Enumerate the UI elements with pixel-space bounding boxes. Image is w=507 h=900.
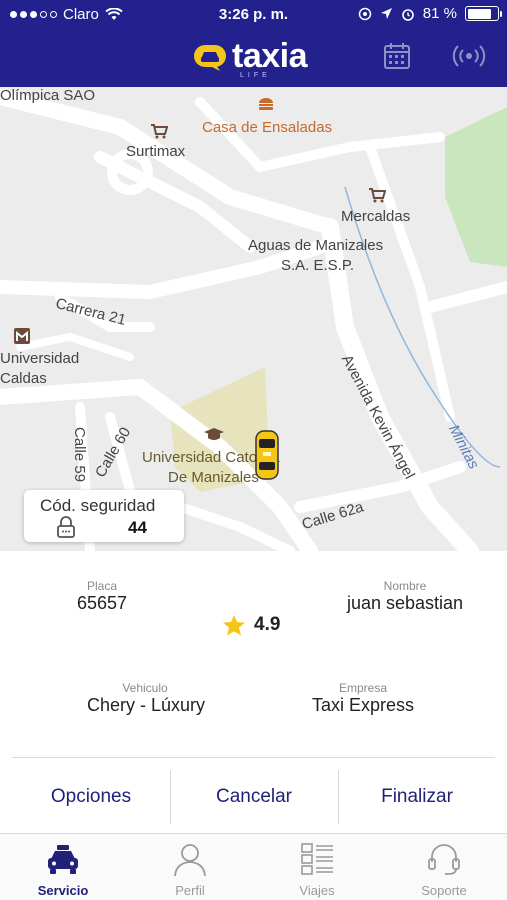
tab-label: Servicio <box>37 883 89 898</box>
brand-subtitle: LIFE <box>240 72 271 79</box>
map-label-univ-catolica-2: De Manizales <box>168 469 259 486</box>
vehiculo-value: Chery - Lúxury <box>86 695 206 715</box>
map-label-mercaldas: Mercaldas <box>341 208 411 225</box>
taxi-icon <box>48 845 78 874</box>
tab-label: Soporte <box>421 883 467 898</box>
tab-bar: Servicio Perfil Viajes Soporte <box>0 833 507 900</box>
rating-value: 4.9 <box>254 614 281 635</box>
action-bar: Opciones Cancelar Finalizar <box>12 757 495 831</box>
empresa-value: Taxi Express <box>311 695 415 715</box>
location-services-icon <box>358 7 372 20</box>
cancelar-button[interactable]: Cancelar <box>171 772 337 822</box>
opciones-button[interactable]: Opciones <box>12 772 170 822</box>
security-code-title: Cód. seguridad <box>40 496 156 515</box>
star-icon <box>223 615 245 636</box>
battery-icon <box>465 6 502 21</box>
map-label-casa-ensaladas: Casa de Ensaladas <box>202 119 333 136</box>
graduation-cap-icon <box>204 428 224 440</box>
taxi-marker-icon[interactable] <box>254 429 280 481</box>
taxia-logo: taxia LIFE <box>192 37 308 79</box>
taxi-logo-icon <box>194 45 226 71</box>
placa-label: Placa <box>86 579 118 593</box>
nombre-value: juan sebastian <box>346 593 464 613</box>
brand-name: taxia <box>232 37 308 75</box>
finalizar-button[interactable]: Finalizar <box>339 772 495 822</box>
app-header: Claro 3:26 p. m. 81 % taxia LIFE <box>0 0 507 87</box>
driver-rating: 4.9 <box>222 614 280 636</box>
cart-icon <box>151 124 168 139</box>
map-label-calle-59: Calle 59 <box>71 427 88 483</box>
tab-servicio[interactable]: Servicio <box>0 834 126 900</box>
map-label-univ-caldas-1: Universidad <box>0 350 80 367</box>
tab-label: Viajes <box>299 883 335 898</box>
vehiculo-label: Vehiculo <box>122 681 168 695</box>
lock-icon <box>57 516 75 538</box>
headset-icon <box>428 844 460 875</box>
status-bar: Claro 3:26 p. m. 81 % <box>0 0 507 30</box>
burger-icon <box>259 98 273 110</box>
navigation-arrow-icon <box>380 8 392 19</box>
map-label-univ-caldas-2: Caldas <box>0 370 47 387</box>
tab-perfil[interactable]: Perfil <box>127 834 253 900</box>
empresa-label: Empresa <box>338 681 388 695</box>
cart-icon <box>369 188 386 203</box>
user-icon <box>174 844 206 876</box>
tab-viajes[interactable]: Viajes <box>254 834 380 900</box>
tab-soporte[interactable]: Soporte <box>381 834 507 900</box>
battery-percent: 81 % <box>422 5 457 22</box>
placa-value: 65657 <box>76 593 128 613</box>
security-code-value: 44 <box>128 518 147 537</box>
map-label-surtimax: Surtimax <box>126 143 186 160</box>
map-view[interactable]: Olímpica SAO Casa de Ensaladas Surtimax … <box>0 87 507 551</box>
list-icon <box>301 843 333 875</box>
map-label-aguas-2: S.A. E.S.P. <box>281 257 355 274</box>
nombre-label: Nombre <box>383 579 427 593</box>
map-label-aguas-1: Aguas de Manizales <box>248 237 384 254</box>
broadcast-icon[interactable] <box>451 45 487 67</box>
security-code-card: Cód. seguridad 44 <box>24 490 184 542</box>
map-label-olimpica: Olímpica SAO <box>0 87 96 104</box>
museum-icon <box>14 328 30 344</box>
alarm-icon <box>401 8 414 21</box>
calendar-icon[interactable] <box>383 42 411 70</box>
tab-label: Perfil <box>175 883 205 898</box>
